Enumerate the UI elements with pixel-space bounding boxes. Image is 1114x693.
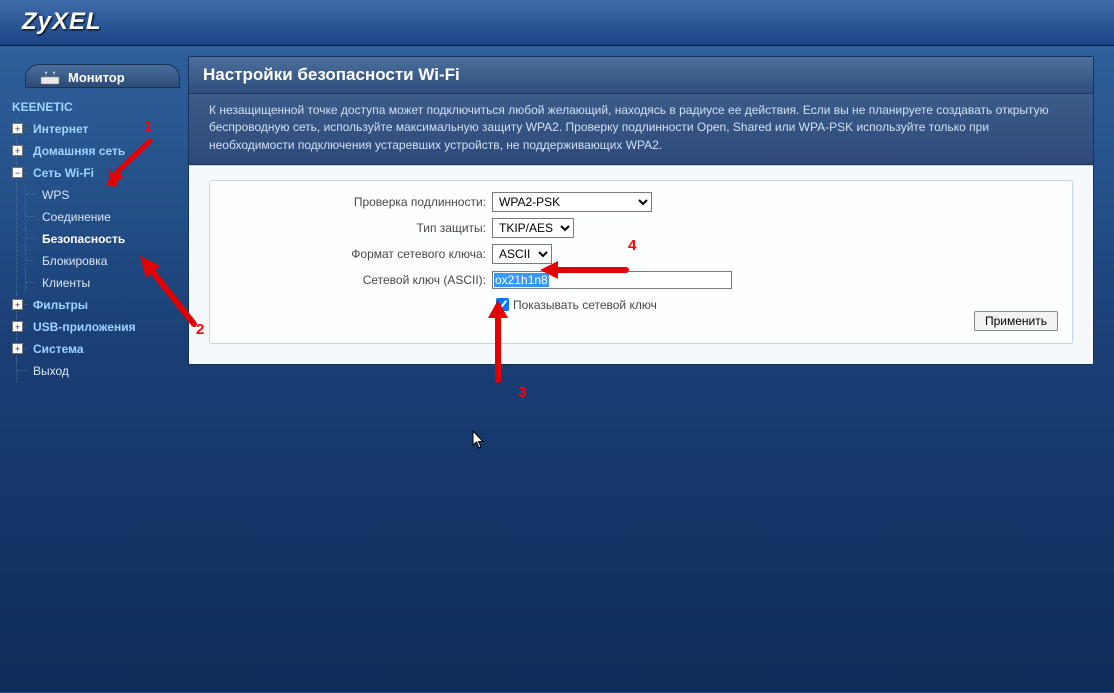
monitor-icon <box>40 71 60 85</box>
plus-icon[interactable]: + <box>12 123 23 134</box>
monitor-tab[interactable]: Монитор <box>25 64 180 88</box>
monitor-label: Монитор <box>68 70 125 85</box>
plus-icon[interactable]: + <box>12 343 23 354</box>
sidebar-item-wifi[interactable]: − Сеть Wi-Fi <box>16 162 180 184</box>
brand-logo: ZyXEL <box>0 0 1114 36</box>
sidebar-item-home-network[interactable]: + Домашняя сеть <box>16 140 180 162</box>
settings-panel: Настройки безопасности Wi-Fi К незащищен… <box>188 56 1094 365</box>
sidebar-item-wps[interactable]: WPS <box>25 184 180 206</box>
plus-icon[interactable]: + <box>12 299 23 310</box>
panel-title: Настройки безопасности Wi-Fi <box>189 57 1093 93</box>
panel-info-text: К незащищенной точке доступа может подкл… <box>189 93 1093 165</box>
protection-select[interactable]: TKIP/AES <box>492 218 574 238</box>
protection-label: Тип защиты: <box>226 221 492 235</box>
sidebar: Монитор KEENETIC + Интернет + Домашняя с… <box>0 46 180 693</box>
minus-icon[interactable]: − <box>12 167 23 178</box>
device-name: KEENETIC <box>8 96 180 118</box>
sidebar-item-exit[interactable]: Выход <box>16 360 180 382</box>
sidebar-item-security[interactable]: Безопасность <box>25 228 180 250</box>
key-format-label: Формат сетевого ключа: <box>226 247 492 261</box>
sidebar-item-usb-apps[interactable]: + USB-приложения <box>16 316 180 338</box>
auth-select[interactable]: WPA2-PSK <box>492 192 652 212</box>
show-key-label: Показывать сетевой ключ <box>513 298 657 312</box>
form-area: Проверка подлинности: WPA2-PSK Тип защит… <box>209 180 1073 344</box>
sidebar-item-clients[interactable]: Клиенты <box>25 272 180 294</box>
cursor-icon <box>472 430 486 450</box>
network-key-label: Сетевой ключ (ASCII): <box>226 273 492 287</box>
plus-icon[interactable]: + <box>12 321 23 332</box>
apply-button[interactable]: Применить <box>974 311 1058 331</box>
plus-icon[interactable]: + <box>12 145 23 156</box>
sidebar-item-blocking[interactable]: Блокировка <box>25 250 180 272</box>
show-key-checkbox[interactable] <box>496 298 509 311</box>
auth-label: Проверка подлинности: <box>226 195 492 209</box>
sidebar-item-internet[interactable]: + Интернет <box>16 118 180 140</box>
sidebar-item-system[interactable]: + Система <box>16 338 180 360</box>
sidebar-item-connection[interactable]: Соединение <box>25 206 180 228</box>
key-format-select[interactable]: ASCII <box>492 244 552 264</box>
sidebar-item-filters[interactable]: + Фильтры <box>16 294 180 316</box>
network-key-input[interactable] <box>492 271 732 289</box>
